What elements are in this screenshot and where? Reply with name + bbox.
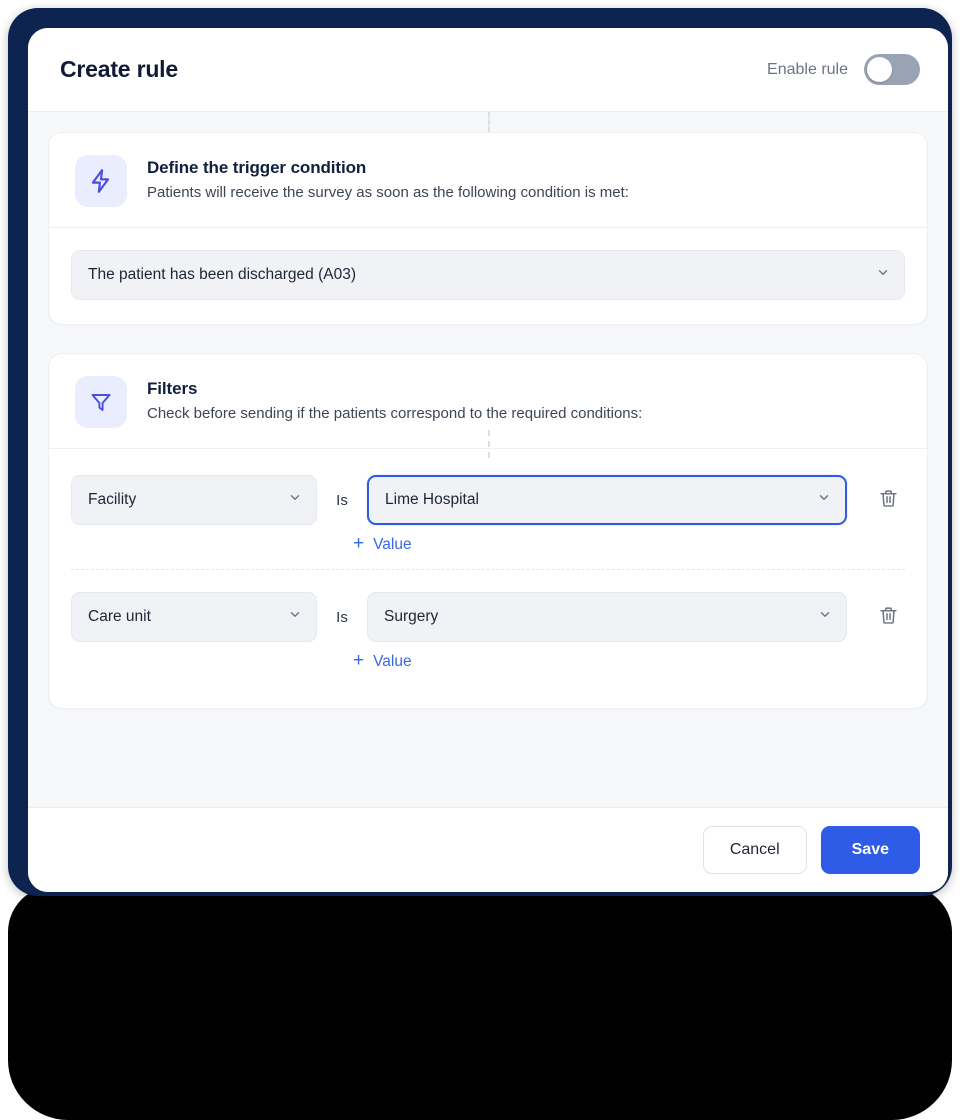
lightning-bolt-icon (75, 155, 127, 207)
page-backdrop (8, 886, 952, 1120)
trigger-section-title: Define the trigger condition (147, 158, 367, 177)
trash-icon (878, 488, 899, 512)
chevron-down-icon (288, 608, 302, 627)
filter-key-value: Care unit (88, 608, 151, 625)
save-button[interactable]: Save (820, 826, 920, 874)
filter-key-select[interactable]: Facility (71, 475, 317, 525)
filter-operator-label: Is (336, 608, 348, 626)
add-value-button[interactable]: + Value (353, 533, 412, 554)
filter-value-text: Lime Hospital (385, 491, 479, 508)
filters-list: Facility Is Lime Hospital + Value Care u… (49, 449, 927, 708)
toggle-knob (867, 57, 892, 82)
page-title: Create rule (60, 56, 178, 82)
plus-icon: + (353, 650, 365, 671)
delete-filter-button[interactable] (871, 483, 905, 517)
connector-line-top (488, 112, 490, 132)
dialog-body: Define the trigger condition Patients wi… (28, 112, 948, 808)
dialog-footer: Cancel Save (28, 808, 948, 892)
filter-row-controls: Care unit Is Surgery (71, 592, 905, 642)
header-actions: Enable rule (767, 54, 920, 85)
filter-row-controls: Facility Is Lime Hospital (71, 475, 905, 525)
filter-value-select[interactable]: Surgery (367, 592, 847, 642)
delete-filter-button[interactable] (871, 600, 905, 634)
plus-icon: + (353, 533, 365, 554)
trigger-section-subtitle: Patients will receive the survey as soon… (147, 184, 629, 201)
enable-rule-toggle[interactable] (864, 54, 920, 85)
trash-icon (878, 605, 899, 629)
filter-value-select[interactable]: Lime Hospital (367, 475, 847, 525)
device-frame: Create rule Enable rule Define the trigg… (8, 8, 952, 896)
chevron-down-icon (288, 491, 302, 510)
filter-funnel-icon (75, 376, 127, 428)
filter-key-value: Facility (88, 491, 137, 508)
filters-section-text: Filters Check before sending if the pati… (147, 376, 642, 422)
trigger-section-text: Define the trigger condition Patients wi… (147, 155, 629, 201)
filter-value-text: Surgery (384, 608, 439, 625)
cancel-button[interactable]: Cancel (702, 826, 807, 874)
dialog-header: Create rule Enable rule (28, 28, 948, 112)
filters-section-title: Filters (147, 379, 198, 398)
screenshot-stage: Create rule Enable rule Define the trigg… (0, 0, 960, 1120)
filters-section-subtitle: Check before sending if the patients cor… (147, 405, 643, 422)
trigger-condition-select[interactable]: The patient has been discharged (A03) (71, 250, 905, 300)
chevron-down-icon (818, 608, 832, 627)
enable-rule-label: Enable rule (767, 60, 848, 78)
trigger-section-header: Define the trigger condition Patients wi… (49, 133, 927, 228)
create-rule-dialog: Create rule Enable rule Define the trigg… (28, 28, 948, 892)
filter-key-select[interactable]: Care unit (71, 592, 317, 642)
add-value-label: Value (373, 535, 412, 553)
trigger-section-content: The patient has been discharged (A03) (49, 228, 927, 324)
add-value-label: Value (373, 652, 412, 670)
filter-row: Facility Is Lime Hospital + Value (71, 453, 905, 569)
trigger-condition-value: The patient has been discharged (A03) (88, 266, 356, 283)
chevron-down-icon (876, 266, 890, 285)
chevron-down-icon (817, 491, 831, 510)
connector-line-middle (488, 430, 490, 458)
trigger-section: Define the trigger condition Patients wi… (48, 132, 928, 325)
filter-row: Care unit Is Surgery + Value (71, 569, 905, 686)
add-value-button[interactable]: + Value (353, 650, 412, 671)
filter-operator-label: Is (336, 491, 348, 509)
filters-section: Filters Check before sending if the pati… (48, 353, 928, 709)
